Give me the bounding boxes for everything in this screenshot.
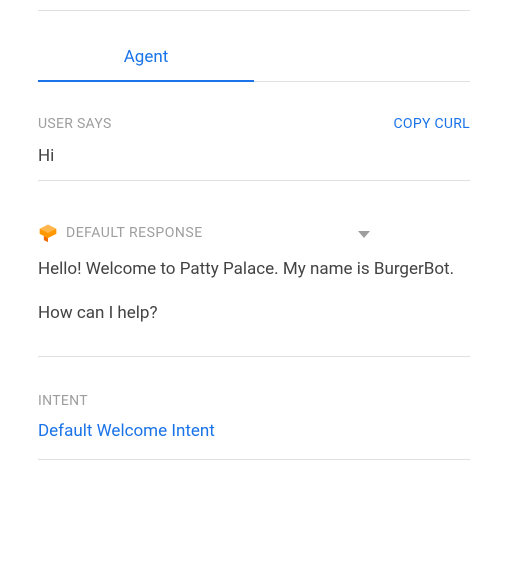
tabs-row: Agent bbox=[38, 35, 470, 82]
user-says-label: USER SAYS bbox=[38, 116, 112, 132]
tab-agent-label: Agent bbox=[124, 47, 169, 67]
dialogflow-icon bbox=[38, 223, 58, 243]
intent-section: INTENT Default Welcome Intent bbox=[38, 393, 470, 460]
intent-label: INTENT bbox=[38, 393, 470, 409]
user-says-header: USER SAYS COPY CURL bbox=[38, 116, 470, 132]
response-line-2: How can I help? bbox=[38, 301, 470, 327]
response-dropdown-label: DEFAULT RESPONSE bbox=[66, 225, 358, 241]
response-line-1: Hello! Welcome to Patty Palace. My name … bbox=[38, 257, 470, 283]
response-text: Hello! Welcome to Patty Palace. My name … bbox=[38, 257, 470, 326]
chevron-down-icon bbox=[358, 224, 370, 243]
response-dropdown[interactable]: DEFAULT RESPONSE bbox=[38, 223, 470, 247]
user-says-text[interactable]: Hi bbox=[38, 146, 470, 181]
top-divider bbox=[38, 10, 470, 11]
main-container: Agent USER SAYS COPY CURL Hi DEFAULT RES… bbox=[0, 35, 508, 460]
intent-link[interactable]: Default Welcome Intent bbox=[38, 421, 470, 441]
bottom-divider bbox=[38, 459, 470, 460]
section-divider bbox=[38, 356, 470, 357]
copy-curl-button[interactable]: COPY CURL bbox=[393, 116, 470, 132]
tab-agent[interactable]: Agent bbox=[38, 35, 254, 81]
